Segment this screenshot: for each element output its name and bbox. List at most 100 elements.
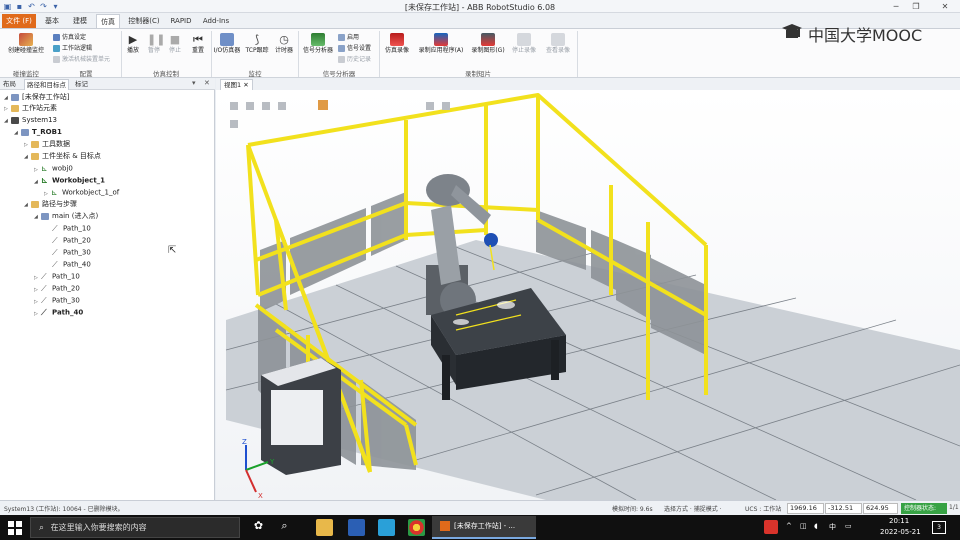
tray-expand-icon[interactable]: ^ <box>786 522 792 530</box>
tree-node-path[interactable]: ▷ ⟋ Path_40 <box>34 307 83 318</box>
expand-icon[interactable]: ▷ <box>34 285 41 296</box>
widgets-icon[interactable]: ✿ <box>250 519 267 536</box>
coord-z[interactable]: 624.95 <box>863 503 898 514</box>
panel-menu-icon[interactable]: ▾ <box>192 79 196 87</box>
record-graphics-button[interactable]: 录制图形(G) <box>469 33 507 55</box>
close-tab-icon[interactable]: ✕ <box>243 81 248 89</box>
tree-node-main-path[interactable]: ⟋ Path_20 <box>52 235 91 246</box>
tree-node-tooldata[interactable]: ▷ 工具数据 <box>24 139 70 150</box>
tree-node-station-elements[interactable]: ▷ 工作站元素 <box>4 103 57 114</box>
view-tool-icon[interactable] <box>230 120 238 128</box>
volume-icon[interactable]: ◖ <box>814 522 818 530</box>
view-tool-icon[interactable] <box>262 102 270 110</box>
tab-addins[interactable]: Add-Ins <box>200 14 232 28</box>
sim-record-button[interactable]: 仿真录像 <box>381 33 413 55</box>
tree-node-wobj0[interactable]: ▷ ⊾ wobj0 <box>34 163 73 174</box>
close-icon[interactable]: ✕ <box>935 1 955 12</box>
io-simulator-button[interactable]: I/O仿真器 <box>213 33 241 55</box>
battery-icon[interactable]: ▭ <box>845 522 852 530</box>
sogou-ime-icon[interactable] <box>764 520 778 534</box>
taskbar-robotstudio[interactable]: [未保存工作站] - ... <box>432 516 536 539</box>
tree-node-workobjects[interactable]: ◢ 工件坐标 & 目标点 <box>24 151 101 162</box>
expand-icon[interactable]: ▷ <box>4 104 11 115</box>
reset-button[interactable]: ⏮ 重置 <box>188 33 208 55</box>
tab-tags[interactable]: 标记 <box>73 79 90 90</box>
expand-icon[interactable]: ▷ <box>34 165 41 176</box>
history-button[interactable]: 历史记录 <box>338 55 371 64</box>
chrome-icon[interactable] <box>408 519 425 536</box>
sim-setup-button[interactable]: 仿真设定 <box>53 33 86 42</box>
tree-node-paths[interactable]: ◢ 路径与步骤 <box>24 199 77 210</box>
search-app-icon[interactable]: ⌕ <box>276 519 293 536</box>
timer-button[interactable]: ◷ 计时器 <box>272 33 296 55</box>
clock-time[interactable]: 20:11 <box>889 517 909 525</box>
expand-icon[interactable]: ▷ <box>44 189 51 200</box>
collapse-icon[interactable]: ◢ <box>14 128 21 139</box>
tree-node-main-path[interactable]: ⟋ Path_30 <box>52 247 91 258</box>
notification-badge[interactable]: 3 <box>932 521 946 534</box>
activate-mechanism-unit-button[interactable]: 激活机械装置单元 <box>53 55 110 64</box>
panel-close-icon[interactable]: ✕ <box>204 79 210 87</box>
coord-x[interactable]: 1969.16 <box>787 503 824 514</box>
expand-icon[interactable]: ▷ <box>24 140 31 151</box>
view-tool-icon[interactable] <box>278 102 286 110</box>
view-tool-icon[interactable] <box>246 102 254 110</box>
enable-button[interactable]: 启用 <box>338 33 359 42</box>
tab-modeling[interactable]: 建模 <box>68 14 92 28</box>
stop-button[interactable]: ■ 停止 <box>166 33 184 55</box>
signal-setup-button[interactable]: 信号设置 <box>338 44 371 53</box>
tree-node-station[interactable]: ◢ [未保存工作站] <box>4 92 69 103</box>
minimize-icon[interactable]: ─ <box>886 1 906 12</box>
tab-layout[interactable]: 布局 <box>1 79 18 90</box>
tree-node-workobject1-of[interactable]: ▷ ⊾ Workobject_1_of <box>44 187 119 198</box>
tab-rapid[interactable]: RAPID <box>168 14 194 28</box>
tcp-trace-button[interactable]: ⟆ TCP跟踪 <box>243 33 271 55</box>
tab-file[interactable]: 文件 (F) <box>2 14 36 28</box>
record-application-button[interactable]: 录制应用程序(A) <box>414 33 468 55</box>
tree-node-path[interactable]: ▷ ⟋ Path_20 <box>34 283 80 294</box>
taskbar-search-box[interactable]: ⌕ 在这里输入你要搜索的内容 <box>30 517 240 538</box>
tree-node-main-path[interactable]: ⟋ Path_40 <box>52 259 91 270</box>
signal-analyzer-button[interactable]: 信号分析器 <box>300 33 336 55</box>
tree-node-main[interactable]: ◢ main (进入点) <box>34 211 98 222</box>
view-tool-icon[interactable] <box>426 102 434 110</box>
view-record-button[interactable]: 查看录像 <box>542 33 574 55</box>
tree-node-task[interactable]: ◢ T_ROB1 <box>14 127 62 138</box>
view-tool-icon[interactable] <box>318 100 328 110</box>
collapse-icon[interactable]: ◢ <box>4 116 11 127</box>
tree-node-workobject1[interactable]: ◢ ⊾ Workobject_1 <box>34 175 105 186</box>
ucs-indicator[interactable]: UCS : 工作站 <box>745 504 781 513</box>
coord-y[interactable]: -312.51 <box>825 503 862 514</box>
create-collision-monitor-button[interactable]: 创建碰撞监控 <box>3 33 49 55</box>
collapse-icon[interactable]: ◢ <box>34 177 41 188</box>
3d-viewport[interactable]: Z Y X <box>216 90 960 500</box>
play-button[interactable]: ▶ 播放 <box>124 33 142 55</box>
stop-record-button[interactable]: 停止录像 <box>508 33 540 55</box>
station-logic-button[interactable]: 工作站逻辑 <box>53 44 92 53</box>
file-explorer-icon[interactable] <box>316 519 333 536</box>
network-icon[interactable]: ◫ <box>800 522 807 530</box>
tree-node-system[interactable]: ◢ System13 <box>4 115 57 126</box>
collapse-icon[interactable]: ◢ <box>34 212 41 223</box>
tree-node-path[interactable]: ▷ ⟋ Path_30 <box>34 295 80 306</box>
expand-icon[interactable]: ▷ <box>34 297 41 308</box>
pause-button[interactable]: ❚❚ 暂停 <box>145 33 165 55</box>
view-tool-icon[interactable] <box>230 102 238 110</box>
maximize-icon[interactable]: ❐ <box>906 1 926 12</box>
tree-node-main-path[interactable]: ⟋ Path_10 <box>52 223 91 234</box>
selection-mode[interactable]: 选择方式 · 捕捉模式 · <box>664 504 722 513</box>
collapse-icon[interactable]: ◢ <box>24 200 31 211</box>
windows-start-icon[interactable] <box>8 521 22 535</box>
tab-simulation[interactable]: 仿真 <box>96 14 120 28</box>
view-tool-icon[interactable] <box>442 102 450 110</box>
word-icon[interactable] <box>348 519 365 536</box>
tab-home[interactable]: 基本 <box>40 14 64 28</box>
tab-controller[interactable]: 控制器(C) <box>124 14 164 28</box>
input-method[interactable]: 中 <box>829 522 836 532</box>
tab-view1[interactable]: 视图1 ✕ <box>220 79 253 90</box>
tab-paths-targets[interactable]: 路径和目标点 <box>24 79 69 90</box>
media-app-icon[interactable] <box>378 519 395 536</box>
expand-icon[interactable]: ▷ <box>34 309 41 320</box>
clock-date[interactable]: 2022-05-21 <box>880 528 921 536</box>
tree-node-path[interactable]: ▷ ⟋ Path_10 <box>34 271 80 282</box>
